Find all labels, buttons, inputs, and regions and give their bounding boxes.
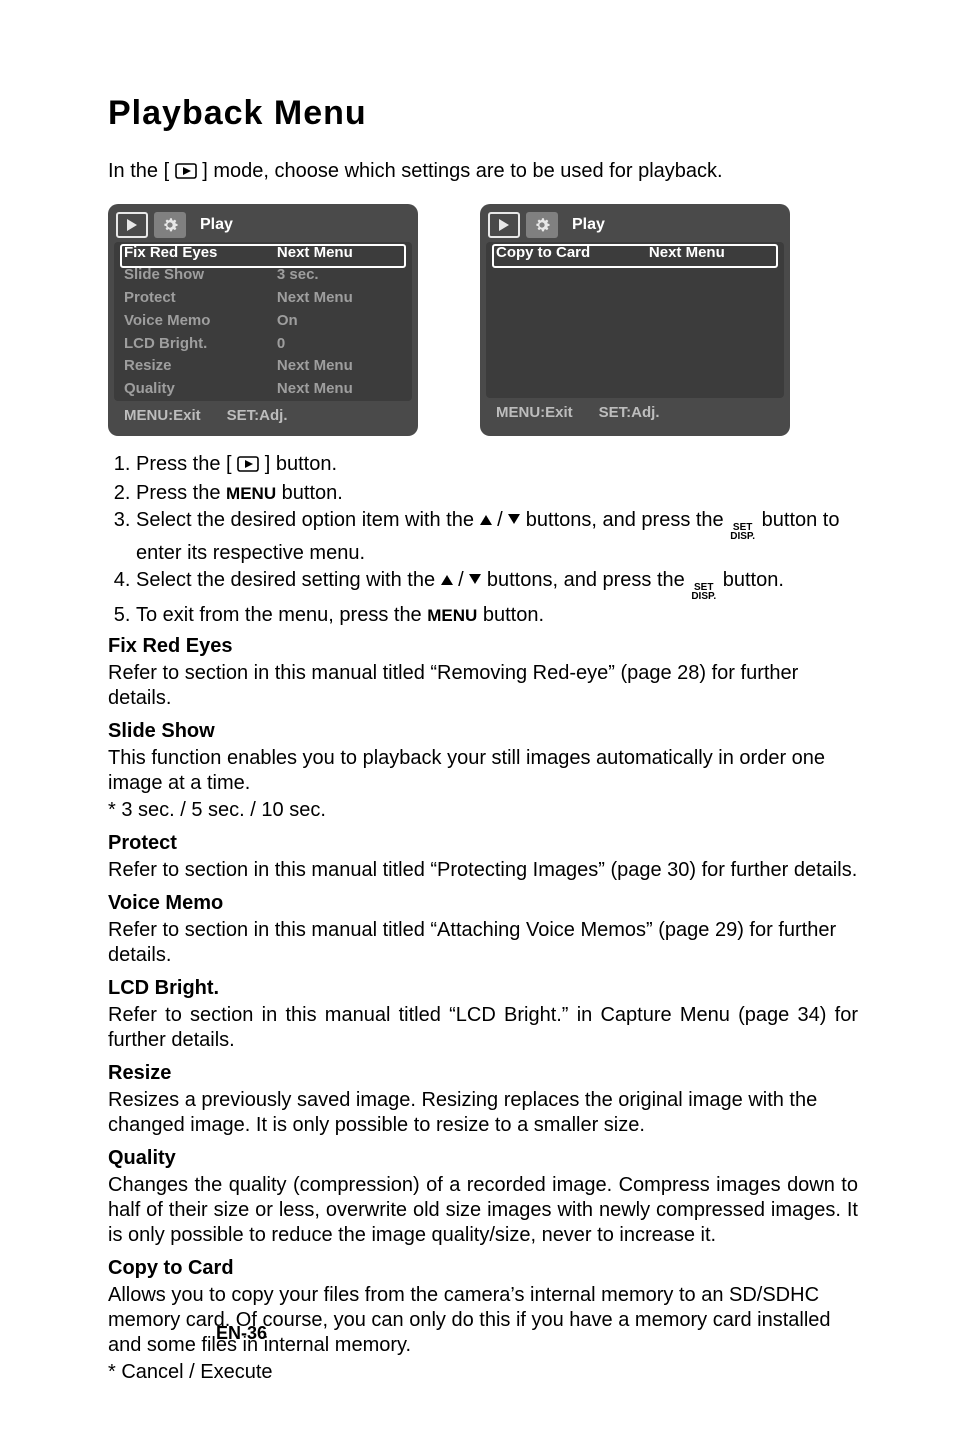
section-lcd-bright-head: LCD Bright.	[108, 976, 858, 1001]
down-arrow-icon	[469, 574, 481, 584]
section-slide-show-head: Slide Show	[108, 719, 858, 744]
menu-row: ProtectNext Menu	[114, 287, 412, 310]
menu-row: Copy to CardNext Menu	[486, 242, 784, 265]
menu-row-label: Slide Show	[124, 266, 277, 285]
step-text: Press the	[136, 482, 226, 504]
section-protect-head: Protect	[108, 831, 858, 856]
menu-tab-title: Play	[564, 215, 605, 235]
menu-row: Slide Show3 sec.	[114, 264, 412, 287]
menu-row-label: Resize	[124, 357, 277, 376]
section-slide-show-options: * 3 sec. / 5 sec. / 10 sec.	[108, 798, 858, 823]
setup-tab-icon	[154, 212, 186, 238]
play-button-icon	[237, 454, 259, 479]
menu-row: ResizeNext Menu	[114, 355, 412, 378]
section-fix-red-eyes-head: Fix Red Eyes	[108, 634, 858, 659]
menu-row-value: Next Menu	[277, 244, 402, 263]
menu-row-value: Next Menu	[277, 380, 402, 399]
play-menu-panel-2: Play Copy to CardNext Menu MENU:Exit SET…	[480, 204, 790, 436]
menu-row-label: Protect	[124, 289, 277, 308]
step-text: Press the [	[136, 453, 232, 475]
menu-label: MENU	[427, 606, 477, 625]
section-voice-memo-body: Refer to section in this manual titled “…	[108, 918, 858, 968]
section-lcd-bright-body: Refer to section in this manual titled “…	[108, 1003, 858, 1053]
menu-row-label: LCD Bright.	[124, 335, 277, 354]
section-resize-head: Resize	[108, 1061, 858, 1086]
step-text: button.	[723, 569, 784, 591]
menu-row: Voice MemoOn	[114, 310, 412, 333]
up-arrow-icon	[441, 575, 453, 585]
menu-header: Play	[114, 210, 412, 242]
section-voice-memo-head: Voice Memo	[108, 891, 858, 916]
menu-footer-exit: MENU:Exit	[124, 407, 201, 426]
step-text: To exit from the menu, press the	[136, 604, 427, 626]
setup-tab-icon	[526, 212, 558, 238]
up-arrow-icon	[480, 515, 492, 525]
menu-footer-set: SET:Adj.	[599, 404, 660, 423]
step-5: To exit from the menu, press the MENU bu…	[136, 603, 858, 628]
section-quality-body: Changes the quality (compression) of a r…	[108, 1173, 858, 1248]
menu-row-value: Next Menu	[277, 357, 402, 376]
step-text: buttons, and press the	[526, 509, 729, 531]
play-tab-icon	[116, 212, 148, 238]
step-2: Press the MENU button.	[136, 481, 858, 506]
menu-row-value: 0	[277, 335, 402, 354]
step-text: Select the desired setting with the	[136, 569, 441, 591]
menu-row-label: Voice Memo	[124, 312, 277, 331]
menu-footer-exit: MENU:Exit	[496, 404, 573, 423]
menu-row-value: Next Menu	[277, 289, 402, 308]
page-number: EN-36	[216, 1322, 267, 1345]
step-3: Select the desired option item with the …	[136, 508, 858, 566]
menu-row-label: Quality	[124, 380, 277, 399]
menu-header: Play	[486, 210, 784, 242]
section-copy-to-card-body: Allows you to copy your files from the c…	[108, 1283, 858, 1358]
disp-label: DISP.	[691, 592, 716, 601]
step-text: button.	[276, 482, 343, 504]
step-4: Select the desired setting with the / bu…	[136, 568, 858, 601]
menu-footer-set: SET:Adj.	[227, 407, 288, 426]
menu-row: Fix Red EyesNext Menu	[114, 242, 412, 265]
menu-row-label: Copy to Card	[496, 244, 649, 263]
section-copy-to-card-head: Copy to Card	[108, 1256, 858, 1281]
set-disp-icon: SETDISP.	[691, 583, 716, 601]
down-arrow-icon	[508, 514, 520, 524]
section-protect-body: Refer to section in this manual titled “…	[108, 858, 858, 883]
intro-part-b: ] mode, choose which settings are to be …	[202, 160, 722, 182]
play-mode-icon	[175, 161, 197, 186]
set-disp-icon: SETDISP.	[730, 523, 755, 541]
section-copy-to-card-options: * Cancel / Execute	[108, 1360, 858, 1385]
intro-text: In the [ ] mode, choose which settings a…	[108, 159, 858, 186]
menu-row: LCD Bright.0	[114, 333, 412, 356]
step-text: button.	[477, 604, 544, 626]
menu-row-value: 3 sec.	[277, 266, 402, 285]
step-text: ] button.	[265, 453, 337, 475]
menu-label: MENU	[226, 484, 276, 503]
menu-row-value: On	[277, 312, 402, 331]
menu-row-label: Fix Red Eyes	[124, 244, 277, 263]
step-text: Select the desired option item with the	[136, 509, 480, 531]
step-1: Press the [ ] button.	[136, 452, 858, 479]
menu-footer: MENU:Exit SET:Adj.	[114, 401, 412, 426]
section-resize-body: Resizes a previously saved image. Resizi…	[108, 1088, 858, 1138]
page-title: Playback Menu	[108, 92, 858, 135]
intro-part-a: In the [	[108, 160, 169, 182]
menu-row-value: Next Menu	[649, 244, 774, 263]
menu-screenshots-row: Play Fix Red EyesNext Menu Slide Show3 s…	[108, 204, 858, 436]
section-quality-head: Quality	[108, 1146, 858, 1171]
step-text: buttons, and press the	[487, 569, 690, 591]
menu-list: Fix Red EyesNext Menu Slide Show3 sec. P…	[114, 242, 412, 401]
play-tab-icon	[488, 212, 520, 238]
menu-footer: MENU:Exit SET:Adj.	[486, 398, 784, 423]
play-menu-panel-1: Play Fix Red EyesNext Menu Slide Show3 s…	[108, 204, 418, 436]
menu-tab-title: Play	[192, 215, 233, 235]
menu-row: QualityNext Menu	[114, 378, 412, 401]
section-fix-red-eyes-body: Refer to section in this manual titled “…	[108, 661, 858, 711]
instruction-steps: Press the [ ] button. Press the MENU but…	[108, 452, 858, 628]
menu-list: Copy to CardNext Menu	[486, 242, 784, 398]
section-slide-show-body: This function enables you to playback yo…	[108, 746, 858, 796]
disp-label: DISP.	[730, 532, 755, 541]
